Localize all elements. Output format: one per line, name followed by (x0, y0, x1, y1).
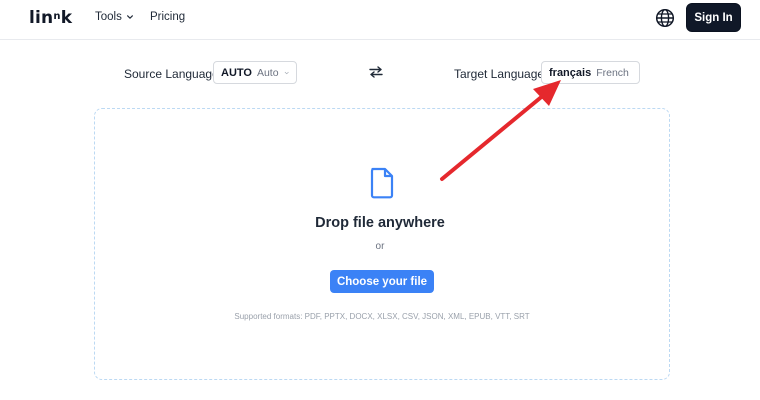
source-language-code: AUTO (221, 66, 252, 79)
target-language-label: Target Language (454, 67, 545, 81)
top-nav-bar: linnk Tools Pricing Sign In (0, 0, 760, 40)
file-icon (370, 167, 394, 199)
source-language-select[interactable]: AUTO Auto (213, 61, 297, 84)
supported-formats-text: Supported formats: PDF, PPTX, DOCX, XLSX… (234, 312, 530, 321)
target-language-select[interactable]: français French (541, 61, 640, 84)
chevron-down-icon (126, 15, 133, 19)
source-language-name: Auto (256, 66, 279, 79)
choose-file-button[interactable]: Choose your file (330, 270, 434, 293)
nav-tools-label: Tools (95, 11, 122, 23)
logo-superscript: n (53, 11, 61, 22)
logo-text: lin (29, 8, 54, 28)
sign-in-button[interactable]: Sign In (686, 3, 741, 32)
nav-tools-menu[interactable]: Tools (95, 11, 134, 23)
chevron-down-icon (284, 71, 289, 74)
target-language-code: français (549, 66, 592, 79)
logo[interactable]: linnk (29, 8, 72, 28)
nav-pricing-link[interactable]: Pricing (150, 11, 185, 23)
drop-title: Drop file anywhere (315, 215, 445, 231)
or-separator: or (375, 241, 385, 252)
target-language-name: French (596, 66, 629, 79)
logo-tail: k (60, 8, 73, 28)
swap-arrows-icon[interactable] (369, 66, 383, 78)
globe-icon[interactable] (655, 8, 675, 28)
source-language-label: Source Language (124, 67, 219, 81)
